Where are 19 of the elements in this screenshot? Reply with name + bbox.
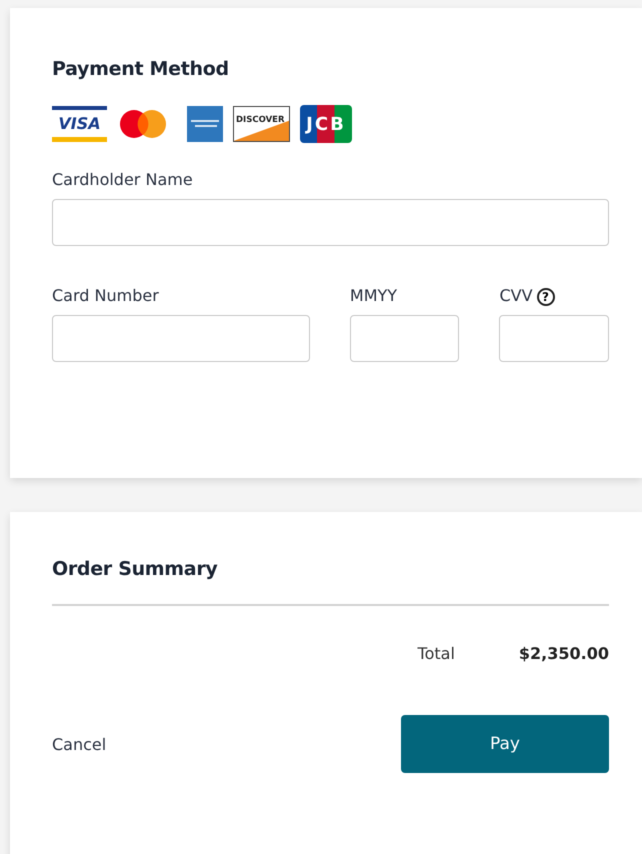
field-label: MMYY (350, 286, 398, 307)
visa-logo: VISA (52, 106, 107, 142)
field-label: Cardholder Name (52, 170, 194, 191)
discover-logo: DISCOVER (233, 106, 290, 142)
total-value: $2,350.00 (518, 644, 609, 663)
mastercard-logo (117, 108, 169, 140)
cardholder-name-field[interactable] (52, 199, 609, 246)
total-label: Total (418, 644, 455, 663)
help-icon[interactable]: ? (536, 288, 555, 306)
pay-button[interactable]: Pay (401, 715, 609, 773)
field-label: CVV (499, 286, 533, 307)
amex-logo (187, 106, 223, 142)
cvv-field[interactable] (499, 315, 610, 362)
expiry-field[interactable] (350, 315, 460, 362)
cancel-link[interactable]: Cancel (52, 734, 106, 754)
field-label: Card Number (52, 286, 160, 307)
section-title: Order Summary (52, 558, 218, 580)
card-number-field[interactable] (52, 315, 310, 362)
section-title: Payment Method (52, 58, 230, 80)
